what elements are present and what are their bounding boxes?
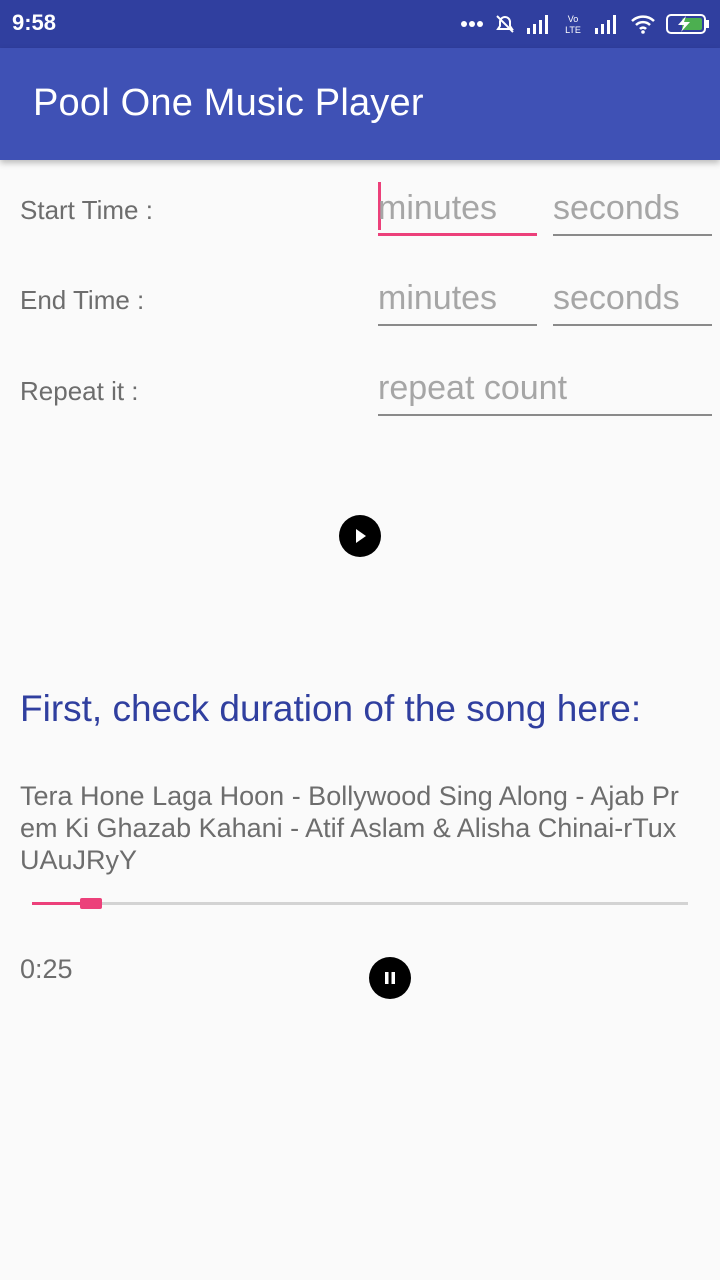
start-time-label: Start Time : — [20, 195, 153, 225]
signal-icon — [527, 15, 548, 34]
status-bar: 9:58 Vo LTE — [0, 0, 720, 48]
alarm-off-icon — [496, 15, 514, 33]
more-dots-icon — [461, 21, 483, 27]
repeat-count-field[interactable] — [378, 360, 712, 416]
end-seconds-field[interactable] — [553, 270, 712, 326]
pause-button[interactable] — [369, 957, 411, 999]
seek-bar[interactable] — [32, 898, 688, 909]
svg-text:Vo: Vo — [568, 14, 579, 24]
wifi-icon — [631, 15, 655, 34]
app-bar: Pool One Music Player — [0, 48, 720, 160]
song-title: Tera Hone Laga Hoon - Bollywood Sing Alo… — [20, 781, 679, 875]
volte-icon: Vo LTE — [565, 14, 581, 35]
seek-progress — [32, 902, 80, 905]
duration-heading: First, check duration of the song here: — [20, 688, 642, 729]
seek-thumb[interactable] — [80, 898, 102, 909]
elapsed-time: 0:25 — [20, 954, 73, 984]
repeat-label: Repeat it : — [20, 376, 139, 406]
end-minutes-field[interactable] — [378, 270, 537, 326]
battery-charging-icon — [666, 14, 709, 34]
signal-2-icon — [595, 15, 616, 34]
svg-text:LTE: LTE — [565, 25, 581, 35]
play-icon — [356, 529, 366, 543]
end-minutes-input[interactable] — [378, 276, 537, 320]
end-time-label: End Time : — [20, 285, 145, 315]
play-button[interactable] — [339, 515, 381, 557]
start-seconds-input[interactable] — [553, 186, 712, 230]
repeat-count-input[interactable] — [378, 366, 712, 410]
status-icons: Vo LTE — [460, 10, 710, 38]
status-time: 9:58 — [12, 10, 57, 35]
start-minutes-input[interactable] — [378, 186, 537, 230]
end-seconds-input[interactable] — [553, 276, 712, 320]
start-seconds-field[interactable] — [553, 180, 712, 236]
pause-icon — [385, 972, 395, 984]
app-title: Pool One Music Player — [33, 82, 424, 124]
start-minutes-field[interactable] — [378, 180, 537, 236]
